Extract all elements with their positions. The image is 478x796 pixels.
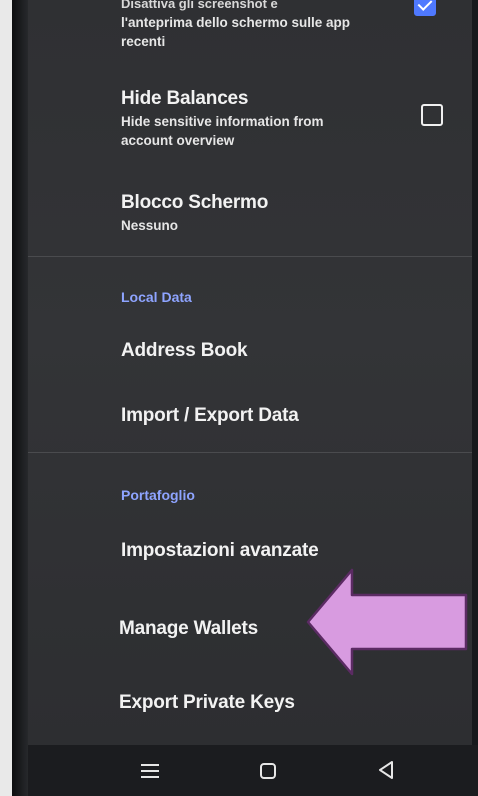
annotation-arrow-icon: [306, 568, 468, 676]
